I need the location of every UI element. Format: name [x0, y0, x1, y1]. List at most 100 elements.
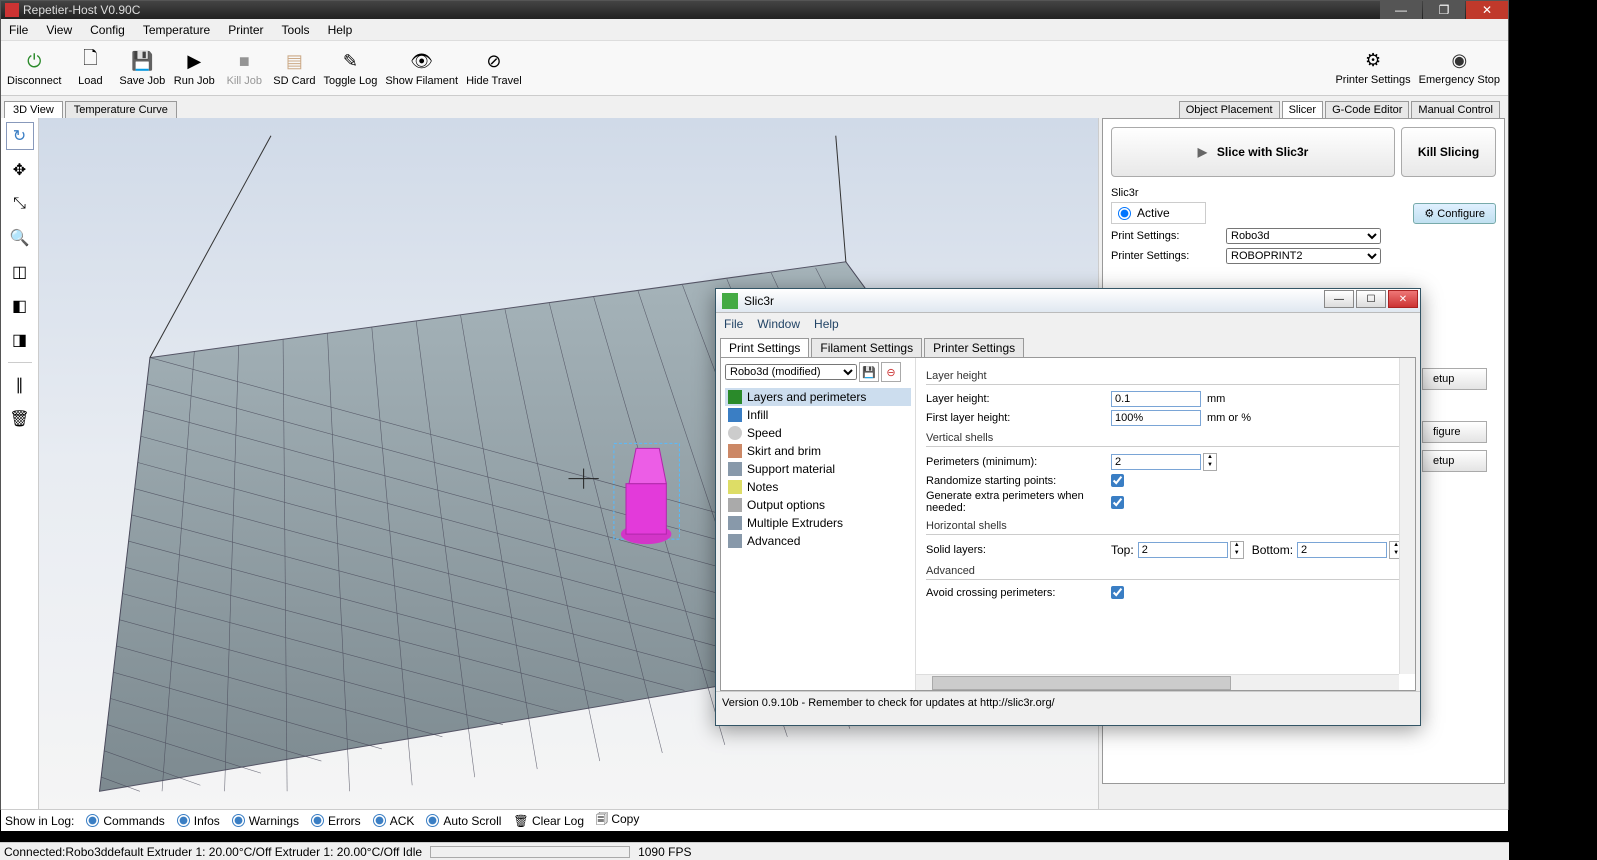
move-icon[interactable]: ✥ — [6, 156, 34, 184]
trash-icon[interactable]: 🗑 — [6, 405, 34, 433]
tab-gcode-editor[interactable]: G-Code Editor — [1325, 101, 1409, 118]
first-layer-height-input[interactable] — [1111, 410, 1201, 426]
menu-temperature[interactable]: Temperature — [143, 23, 210, 37]
stop-icon: ■ — [232, 49, 256, 73]
horizontal-scrollbar[interactable] — [916, 674, 1399, 690]
save-job-button[interactable]: 💾Save Job — [115, 42, 169, 94]
titlebar[interactable]: Repetier-Host V0.90C — ❐ ✕ — [1, 1, 1508, 19]
section-vertical-shells: Vertical shells — [926, 432, 1405, 447]
vertical-scrollbar[interactable] — [1399, 358, 1415, 674]
slic3r-sidebar: Robo3d (modified) 💾 ⊖ Layers and perimet… — [721, 358, 916, 690]
top-view-icon[interactable]: ◫ — [6, 258, 34, 286]
tree-support[interactable]: Support material — [725, 460, 911, 478]
peek-setup-button[interactable]: etup — [1422, 368, 1487, 390]
top-layers-input[interactable] — [1138, 542, 1228, 558]
tree-layers-perimeters[interactable]: Layers and perimeters — [725, 388, 911, 406]
menu-printer[interactable]: Printer — [228, 23, 263, 37]
tree-infill[interactable]: Infill — [725, 406, 911, 424]
clear-log-button[interactable]: 🗑 Clear Log — [513, 814, 584, 828]
perimeters-spinner[interactable]: ▲▼ — [1203, 453, 1217, 471]
menu-tools[interactable]: Tools — [282, 23, 310, 37]
tab-slicer[interactable]: Slicer — [1282, 101, 1324, 118]
slice-button[interactable]: ▶Slice with Slic3r — [1111, 127, 1395, 177]
peek-configure-button[interactable]: figure — [1422, 421, 1487, 443]
run-job-button[interactable]: ▶Run Job — [169, 42, 219, 94]
side-view-icon[interactable]: ◨ — [6, 326, 34, 354]
tab-object-placement[interactable]: Object Placement — [1179, 101, 1280, 118]
parallel-icon[interactable]: ∥ — [6, 371, 34, 399]
log-ack[interactable]: ACK — [373, 814, 415, 828]
hide-travel-button[interactable]: ⊘Hide Travel — [462, 42, 526, 94]
top-spinner[interactable]: ▲▼ — [1230, 541, 1244, 559]
move-viewpoint-icon[interactable]: ⤡ — [6, 190, 34, 218]
log-autoscroll[interactable]: Auto Scroll — [426, 814, 501, 828]
disconnect-button[interactable]: ⏻Disconnect — [3, 42, 65, 94]
close-button[interactable]: ✕ — [1466, 1, 1508, 19]
printer-settings-select[interactable]: ROBOPRINT2 — [1226, 248, 1381, 264]
kill-job-button: ■Kill Job — [219, 42, 269, 94]
tab-3d-view[interactable]: 3D View — [4, 101, 63, 118]
save-preset-button[interactable]: 💾 — [859, 362, 879, 382]
extra-perimeters-checkbox[interactable] — [1111, 496, 1124, 509]
tree-multiple-extruders[interactable]: Multiple Extruders — [725, 514, 911, 532]
tab-temperature-curve[interactable]: Temperature Curve — [65, 101, 177, 118]
gear-icon: ⚙ — [1361, 48, 1385, 72]
menu-file[interactable]: File — [9, 23, 28, 37]
tree-output[interactable]: Output options — [725, 496, 911, 514]
kill-slicing-button[interactable]: Kill Slicing — [1401, 127, 1496, 177]
tree-advanced[interactable]: Advanced — [725, 532, 911, 550]
log-options: Show in Log: Commands Infos Warnings Err… — [1, 809, 1508, 831]
menu-help[interactable]: Help — [328, 23, 353, 37]
tree-speed[interactable]: Speed — [725, 424, 911, 442]
configure-button[interactable]: ⚙ Configure — [1413, 203, 1496, 224]
slic3r-menu-help[interactable]: Help — [814, 317, 839, 331]
log-warnings[interactable]: Warnings — [232, 814, 299, 828]
show-filament-button[interactable]: 👁Show Filament — [381, 42, 462, 94]
tree-skirt-brim[interactable]: Skirt and brim — [725, 442, 911, 460]
preset-select[interactable]: Robo3d (modified) — [725, 364, 857, 380]
tree-notes[interactable]: Notes — [725, 478, 911, 496]
printer-settings-button[interactable]: ⚙Printer Settings — [1331, 41, 1414, 93]
toggle-log-button[interactable]: ✎Toggle Log — [319, 42, 381, 94]
peek-setup2-button[interactable]: etup — [1422, 450, 1487, 472]
slic3r-minimize-button[interactable]: — — [1324, 290, 1354, 308]
menubar: File View Config Temperature Printer Too… — [1, 19, 1508, 41]
power-icon: ⏻ — [22, 49, 46, 73]
reset-view-icon[interactable]: ↻ — [6, 122, 34, 150]
file-icon: 🗋 — [78, 49, 102, 73]
log-infos[interactable]: Infos — [177, 814, 220, 828]
log-errors[interactable]: Errors — [311, 814, 361, 828]
slic3r-maximize-button[interactable]: ☐ — [1356, 290, 1386, 308]
tab-manual-control[interactable]: Manual Control — [1411, 101, 1500, 118]
tab-print-settings[interactable]: Print Settings — [720, 338, 809, 357]
front-view-icon[interactable]: ◧ — [6, 292, 34, 320]
print-settings-select[interactable]: Robo3d — [1226, 228, 1381, 244]
menu-config[interactable]: Config — [90, 23, 125, 37]
show-in-log-label: Show in Log: — [5, 814, 74, 828]
perimeters-input[interactable] — [1111, 454, 1201, 470]
sd-card-button[interactable]: ▤SD Card — [269, 42, 319, 94]
active-radio[interactable]: Active — [1111, 202, 1206, 224]
randomize-checkbox[interactable] — [1111, 474, 1124, 487]
bottom-layers-input[interactable] — [1297, 542, 1387, 558]
load-button[interactable]: 🗋Load — [65, 42, 115, 94]
log-commands[interactable]: Commands — [86, 814, 164, 828]
tab-printer-settings[interactable]: Printer Settings — [924, 338, 1024, 357]
minimize-button[interactable]: — — [1380, 1, 1422, 19]
play-icon: ▶ — [182, 49, 206, 73]
layer-height-input[interactable] — [1111, 391, 1201, 407]
slic3r-close-button[interactable]: ✕ — [1388, 290, 1418, 308]
slic3r-menu-file[interactable]: File — [724, 317, 743, 331]
menu-view[interactable]: View — [46, 23, 72, 37]
delete-preset-button[interactable]: ⊖ — [881, 362, 901, 382]
section-advanced: Advanced — [926, 565, 1405, 580]
eye-off-icon: ⊘ — [482, 49, 506, 73]
zoom-icon[interactable]: 🔍 — [6, 224, 34, 252]
emergency-stop-button[interactable]: ◉Emergency Stop — [1415, 41, 1504, 93]
slic3r-titlebar[interactable]: Slic3r — ☐ ✕ — [716, 289, 1420, 313]
copy-log-button[interactable]: 🗐 Copy — [596, 810, 639, 831]
tab-filament-settings[interactable]: Filament Settings — [811, 338, 922, 357]
maximize-button[interactable]: ❐ — [1423, 1, 1465, 19]
avoid-crossing-checkbox[interactable] — [1111, 586, 1124, 599]
slic3r-menu-window[interactable]: Window — [757, 317, 800, 331]
